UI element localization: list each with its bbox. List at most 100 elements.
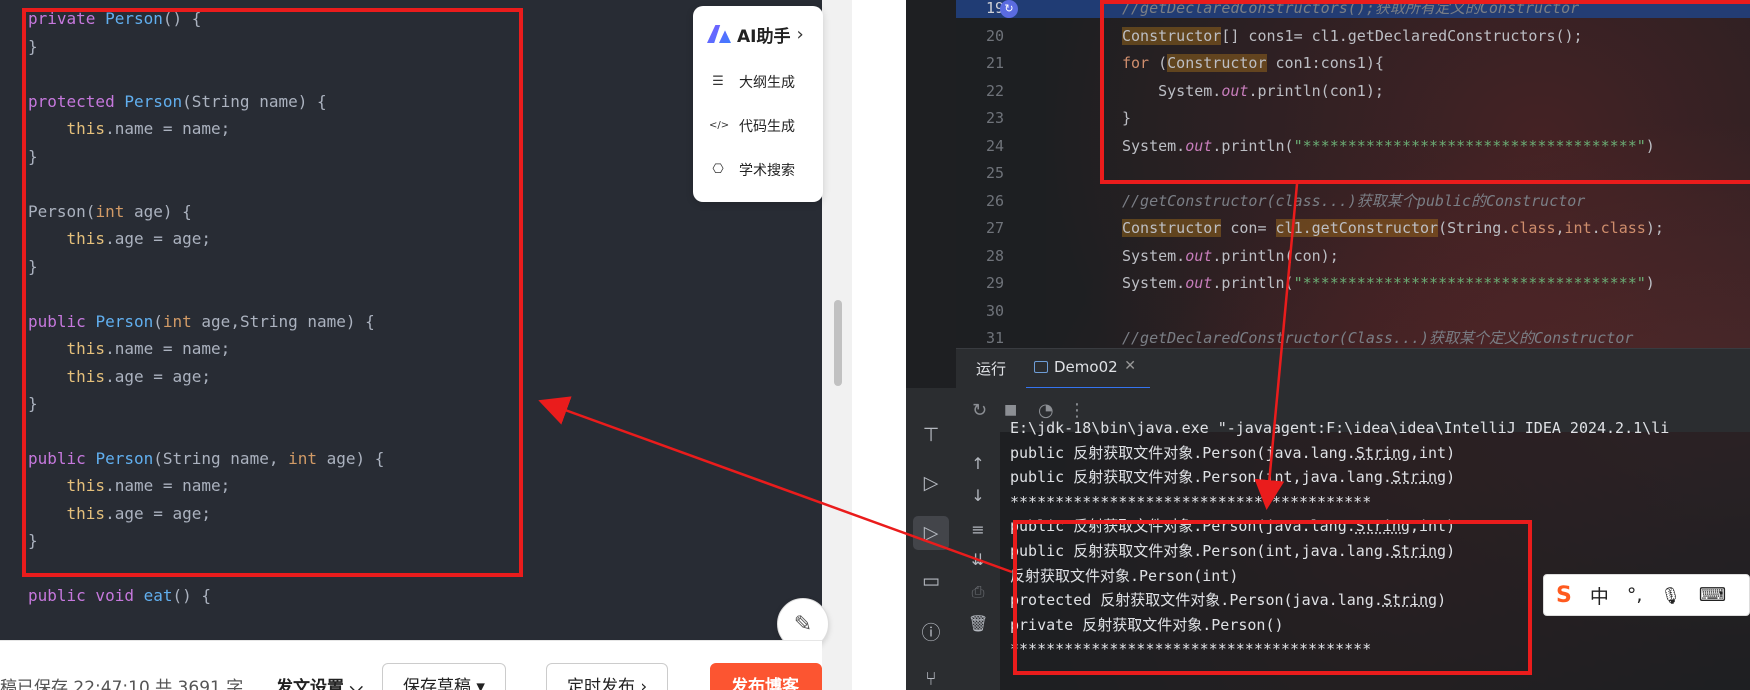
ide-code-line: System.out.println("********************… (1122, 274, 1655, 292)
code-line: private Person() { (28, 9, 202, 28)
line-number: 31 (985, 329, 1004, 347)
chevron-right-icon: › (796, 23, 804, 45)
line-number: 23 (985, 109, 1004, 127)
print-icon[interactable]: ⎙ (968, 582, 988, 602)
console-line: public 反射获取文件对象.Person(java.lang.String,… (1010, 517, 1456, 536)
ide-code-line: System.out.println(con1); (1122, 81, 1384, 100)
save-draft-button[interactable]: 保存草稿 ▾ (382, 663, 506, 690)
line-number: 25 (985, 164, 1004, 182)
line-number: 22 (985, 81, 1004, 100)
console-line: **************************************** (1010, 640, 1372, 659)
line-number: 24 (985, 136, 1004, 155)
scroll-up-icon[interactable]: ↑ (968, 454, 988, 473)
line-number: 27 (985, 219, 1004, 237)
chevron-right-icon: › (635, 677, 648, 690)
tool-window-strip: ⊤ ▷ ▷ ▭ ⓘ ⑂ (906, 388, 956, 690)
sogou-logo-icon[interactable]: S (1556, 583, 1572, 608)
code-line: this.age = age; (28, 229, 212, 248)
console-line: E:\jdk-18\bin\java.exe "-javaagent:F:\id… (1010, 419, 1670, 437)
ide-code-line: //getDeclaredConstructors();获取所有定义的Const… (1122, 0, 1580, 17)
rerun-icon[interactable]: ↻ (972, 400, 987, 421)
mic-icon[interactable]: 🎙 (1660, 586, 1680, 605)
code-icon: </> (709, 120, 730, 131)
clear-icon[interactable]: 🗑 (968, 614, 988, 633)
editor-bottom-bar: 稿已保存 22:47:10 共 3691 字 发文设置 ⌵ 保存草稿 ▾ 定时发… (0, 640, 822, 690)
terminal-icon[interactable]: ▭ (920, 570, 942, 592)
code-line: } (28, 257, 38, 276)
build-icon[interactable]: ⊤ (920, 424, 942, 446)
line-number: 26 (985, 191, 1004, 210)
ide-code-line: for (Constructor con1:cons1){ (1122, 54, 1384, 72)
line-number: 30 (985, 301, 1004, 320)
scroll-down-icon[interactable]: ↓ (968, 486, 988, 505)
console-line: protected 反射获取文件对象.Person(java.lang.Stri… (1010, 591, 1447, 610)
save-status: 稿已保存 22:47:10 共 3691 字 (0, 678, 244, 690)
tab-label: Demo02 (1054, 358, 1118, 376)
git-icon[interactable]: ⑂ (920, 668, 942, 690)
ai-item-label: 大纲生成 (739, 75, 795, 91)
ai-item-label: 学术搜索 (739, 163, 795, 179)
close-icon[interactable]: ✕ (1124, 358, 1136, 374)
ai-item-code[interactable]: </> 代码生成 (709, 116, 795, 136)
console-tab-icon (1034, 361, 1048, 373)
editor-scrollbar[interactable] (822, 0, 852, 690)
run-tool-icon[interactable]: ▷ (913, 516, 949, 550)
save-draft-label: 保存草稿 (403, 677, 471, 690)
code-line: this.name = name; (28, 339, 231, 358)
line-number: 20 (985, 26, 1004, 45)
post-settings-label: 发文设置 (276, 678, 344, 690)
soft-wrap-icon[interactable]: ≡ (968, 520, 988, 539)
keyboard-icon[interactable]: ⌨ (1699, 584, 1726, 606)
problems-icon[interactable]: ⓘ (920, 618, 942, 645)
ide-code-line: //getConstructor(class...)获取某个public的Con… (1122, 191, 1586, 210)
scroll-to-end-icon[interactable]: ⇊ (968, 550, 988, 569)
ide-code-line: System.out.println("********************… (1122, 136, 1655, 155)
window-gap (852, 0, 906, 690)
run-side-actions: ↑ ↓ ≡ ⇊ ⎙ 🗑 (956, 432, 1000, 690)
schedule-label: 定时发布 (567, 677, 635, 690)
tab-demo02[interactable]: Demo02 ✕ (1026, 349, 1150, 389)
ai-item-academic-search[interactable]: ⎔ 学术搜索 (709, 160, 795, 180)
punctuation-toggle[interactable]: °, (1627, 584, 1643, 606)
line-number: 21 (985, 54, 1004, 72)
ai-assistant-header[interactable]: AI助手 › (707, 20, 804, 48)
chevron-down-icon: ⌵ (344, 678, 363, 690)
schedule-publish-button[interactable]: 定时发布 › (546, 663, 669, 690)
console-line: public 反射获取文件对象.Person(int,java.lang.Str… (1010, 542, 1456, 560)
ime-mode-toggle[interactable]: 中 (1590, 582, 1609, 609)
run-panel-title: 运行 (976, 360, 1007, 378)
code-line: Person(int age) { (28, 202, 192, 221)
ime-toolbar: S 中 °, 🎙 ⌨ (1543, 574, 1750, 616)
ai-item-outline[interactable]: ☰ 大纲生成 (709, 72, 795, 92)
code-line: this.age = age; (28, 504, 212, 523)
console-line: public 反射获取文件对象.Person(java.lang.String,… (1010, 443, 1456, 462)
code-line: } (28, 531, 38, 550)
code-line: public Person(String name, int age) { (28, 449, 385, 468)
scrollbar-thumb[interactable] (834, 300, 842, 386)
note-edit-icon: ✎ (793, 611, 813, 637)
console-line: **************************************** (1010, 492, 1372, 511)
code-line: } (28, 147, 38, 166)
run-panel-header: 运行 Demo02 ✕ (956, 348, 1750, 389)
override-marker-icon[interactable]: ↻ (1000, 0, 1018, 18)
academic-search-icon: ⎔ (712, 162, 724, 177)
services-icon[interactable]: ▷ (920, 472, 942, 494)
code-line: this.name = name; (28, 476, 231, 495)
ide-code-line: //getDeclaredConstructor(Class...)获取某个定义… (1122, 329, 1634, 347)
ai-assistant-title: AI助手 (737, 26, 791, 47)
publish-button[interactable]: 发布博客 (710, 663, 822, 690)
console-line: private 反射获取文件对象.Person() (1010, 615, 1284, 634)
ide-code-line: System.out.println(con); (1122, 246, 1339, 265)
ai-item-label: 代码生成 (739, 119, 795, 135)
stop-icon[interactable]: ■ (1004, 402, 1017, 418)
post-settings-dropdown[interactable]: 发文设置 ⌵ (276, 673, 363, 690)
line-number: 19 (985, 0, 1004, 17)
ide-code-line: Constructor con= cl1.getConstructor(Stri… (1122, 219, 1664, 237)
ide-code-line: Constructor[] cons1= cl1.getDeclaredCons… (1122, 26, 1583, 45)
line-number: 29 (985, 274, 1004, 292)
code-line: } (28, 394, 38, 413)
code-line: } (28, 37, 38, 56)
caret-down-icon: ▾ (471, 677, 485, 690)
ai-assistant-panel: AI助手 › ☰ 大纲生成 </> 代码生成 ⎔ 学术搜索 (693, 6, 823, 202)
run-console[interactable]: E:\jdk-18\bin\java.exe "-javaagent:F:\id… (1000, 419, 1750, 690)
